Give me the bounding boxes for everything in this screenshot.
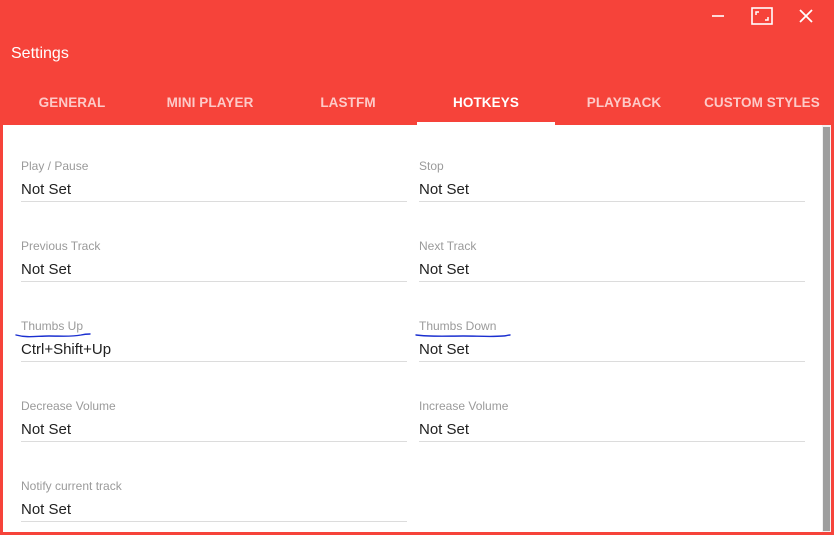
settings-window: Settings GENERAL MINI PLAYER LASTFM HOTK… xyxy=(0,0,834,535)
hotkey-notify-current-track-input[interactable] xyxy=(21,497,407,522)
settings-tabs: GENERAL MINI PLAYER LASTFM HOTKEYS PLAYB… xyxy=(3,80,831,125)
scrollbar-thumb[interactable] xyxy=(823,127,830,531)
hotkey-thumbs-down-input[interactable] xyxy=(419,337,805,362)
close-icon xyxy=(799,9,813,23)
hotkey-decrease-volume-input[interactable] xyxy=(21,417,407,442)
tab-hotkeys[interactable]: HOTKEYS xyxy=(417,80,555,125)
hotkey-next-track-label: Next Track xyxy=(419,239,477,253)
hotkey-thumbs-up-input[interactable] xyxy=(21,337,407,362)
maximize-button[interactable] xyxy=(740,0,784,32)
hotkey-previous-track-input[interactable] xyxy=(21,257,407,282)
tab-mini-player[interactable]: MINI PLAYER xyxy=(141,80,279,125)
hotkey-decrease-volume-label: Decrease Volume xyxy=(21,399,116,413)
hotkey-play-pause-label: Play / Pause xyxy=(21,159,89,173)
tab-custom-styles[interactable]: CUSTOM STYLES xyxy=(693,80,831,125)
scrollbar[interactable] xyxy=(822,125,831,532)
hotkey-previous-track-label: Previous Track xyxy=(21,239,101,253)
close-button[interactable] xyxy=(784,0,828,32)
tab-lastfm[interactable]: LASTFM xyxy=(279,80,417,125)
minimize-icon xyxy=(712,15,724,17)
window-title: Settings xyxy=(11,45,69,62)
hotkey-increase-volume-input[interactable] xyxy=(419,417,805,442)
tab-playback[interactable]: PLAYBACK xyxy=(555,80,693,125)
hotkey-increase-volume-label: Increase Volume xyxy=(419,399,509,413)
hotkey-play-pause-input[interactable] xyxy=(21,177,407,202)
hotkey-next-track-input[interactable] xyxy=(419,257,805,282)
hotkey-stop-label: Stop xyxy=(419,159,444,173)
minimize-button[interactable] xyxy=(696,0,740,32)
hotkey-notify-current-track-label: Notify current track xyxy=(21,479,122,493)
hotkey-thumbs-down-label: Thumbs Down xyxy=(419,319,497,333)
hotkey-thumbs-up-label: Thumbs Up xyxy=(21,319,84,333)
hotkeys-panel: Play / Pause Stop Previous Track Next Tr… xyxy=(3,125,831,532)
title-bar xyxy=(0,0,834,32)
hotkey-stop-input[interactable] xyxy=(419,177,805,202)
tab-general[interactable]: GENERAL xyxy=(3,80,141,125)
maximize-icon xyxy=(751,7,773,25)
